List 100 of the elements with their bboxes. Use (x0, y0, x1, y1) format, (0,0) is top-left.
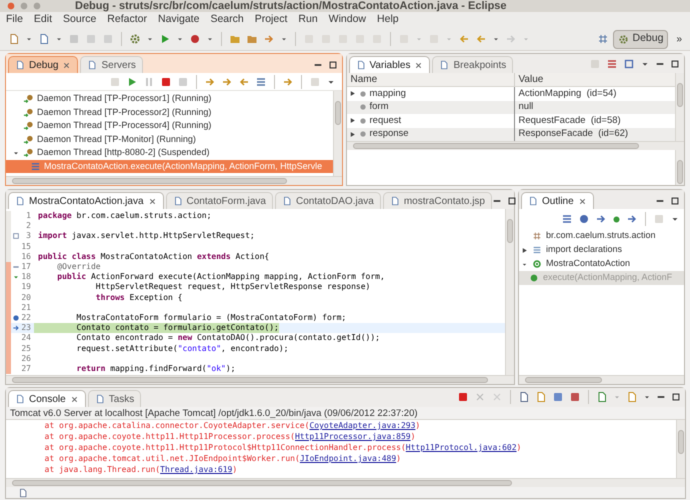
scrollbar[interactable] (675, 150, 684, 185)
folder-icon[interactable] (246, 33, 258, 45)
menu-item[interactable]: Search (210, 12, 244, 28)
tree-item[interactable]: Daemon Thread [TP-Processor4] (Running) (6, 119, 332, 132)
view-tab[interactable]: MostraContatoAction.java (8, 192, 164, 209)
maximize-icon[interactable] (506, 196, 517, 206)
terminate-icon[interactable] (457, 391, 469, 403)
expand-arrow-icon[interactable] (348, 130, 356, 138)
column-header[interactable]: Value (514, 73, 675, 86)
expand-arrow-icon[interactable] (348, 90, 356, 98)
run-icon[interactable] (159, 33, 171, 45)
back-arrow-icon[interactable] (458, 33, 470, 45)
drop-to-frame-icon[interactable] (254, 76, 266, 88)
new-icon[interactable] (8, 33, 20, 45)
scrollbar[interactable] (675, 73, 684, 141)
step-return-icon[interactable] (238, 76, 250, 88)
console-line: at org.apache.tomcat.util.net.JIoEndpoint$Worker.run(JIoEndpoint.java:489) (44, 453, 402, 464)
perspective-button[interactable]: Debug (613, 30, 668, 48)
column-header[interactable]: Name (346, 73, 514, 86)
overflow-chevron[interactable]: » (676, 32, 682, 46)
scrollbar[interactable] (505, 209, 514, 375)
tab-icon (15, 60, 25, 70)
tree-item[interactable]: Daemon Thread [TP-Monitor] (Running) (6, 132, 332, 146)
menu-item[interactable]: Refactor (107, 12, 147, 28)
close-icon[interactable] (578, 196, 587, 206)
gear-icon[interactable] (129, 33, 141, 45)
step-into-icon[interactable] (204, 76, 216, 88)
code-line: request.setAttribute("contato", encontrado); (76, 344, 288, 354)
tree-item[interactable]: import declarations (519, 243, 684, 257)
code-line: throws Exception { (94, 292, 182, 303)
view-tab[interactable]: mostraContato.jsp (382, 192, 492, 209)
menu-item[interactable]: Source (63, 12, 96, 28)
view-tab[interactable]: Variables (348, 56, 430, 73)
maximize-icon[interactable] (671, 392, 681, 402)
tab-icon (528, 196, 538, 206)
scrollbar[interactable] (6, 375, 514, 384)
new-icon[interactable] (38, 33, 50, 45)
scrollbar[interactable] (6, 478, 685, 487)
public-icon[interactable] (612, 214, 621, 224)
view-tab[interactable]: ContatoDAO.java (275, 192, 381, 209)
tab-icon (356, 60, 366, 70)
line-number: 16 (20, 252, 32, 262)
terminate-icon[interactable] (160, 76, 172, 88)
tree-item[interactable]: br.com.caelum.struts.action (519, 229, 684, 243)
folder-icon[interactable] (229, 33, 241, 45)
menu-item[interactable]: Window (328, 12, 366, 28)
view-tab[interactable]: Breakpoints (432, 56, 514, 73)
console-line: at org.apache.coyote.http11.Http11Protocol$Http11ConnectionHandler.process(Http11Protocol.java:602) (44, 442, 522, 453)
back-arrow-icon[interactable] (475, 33, 487, 45)
view-tab[interactable]: Outline (521, 192, 594, 209)
thread-icon (23, 134, 34, 145)
step-over-icon[interactable] (220, 76, 232, 88)
source-link[interactable]: CoyoteAdapter.java:293 (309, 421, 416, 430)
source-link[interactable]: JIoEndpoint.java:489 (300, 454, 396, 463)
source-link[interactable]: Http11Protocol.java:602 (406, 443, 517, 452)
view-tab[interactable]: Servers (80, 56, 143, 73)
line-number: 24 (20, 333, 32, 344)
view-tab[interactable]: Debug (8, 56, 78, 73)
menu-item[interactable]: Help (377, 12, 399, 28)
tree-item[interactable]: MostraContatoAction (519, 257, 684, 271)
thread-icon (23, 93, 34, 104)
maximize-icon[interactable] (328, 60, 338, 70)
maximize-icon[interactable] (670, 196, 680, 206)
maximize-icon[interactable] (670, 59, 680, 69)
menu-item[interactable]: Navigate (158, 12, 200, 28)
line-number: 3 (25, 231, 32, 242)
expand-arrow-icon[interactable] (348, 117, 356, 124)
console-line: at org.apache.catalina.connector.CoyoteAdapter.service(CoyoteAdapter.java:293) (44, 420, 422, 431)
scrollbar[interactable] (332, 91, 342, 176)
expand-arrow-icon[interactable] (521, 246, 528, 254)
open-perspective-icon[interactable] (597, 33, 610, 45)
close-icon[interactable] (148, 196, 157, 206)
tree-item[interactable]: Daemon Thread [TP-Processor2] (Running) (6, 106, 332, 119)
menu-item[interactable]: Project (254, 12, 288, 28)
scrollbar[interactable] (676, 420, 685, 478)
line-number: 25 (20, 344, 32, 354)
menu-item[interactable]: Run (298, 12, 318, 28)
menu-item[interactable]: Edit (34, 12, 52, 28)
tree-item[interactable]: Daemon Thread [http-8080-2] (Suspended) (6, 146, 332, 160)
close-icon[interactable] (6, 1, 16, 11)
source-link[interactable]: Thread.java:619 (160, 465, 232, 474)
scrollbar[interactable] (6, 176, 342, 185)
code-line: package br.com.caelum.struts.action; (37, 211, 212, 222)
line-number: 15 (20, 242, 32, 252)
tree-item[interactable]: Daemon Thread [TP-Processor1] (Running) (6, 92, 332, 106)
step-filters-icon[interactable] (282, 76, 294, 88)
view-tab[interactable]: Tasks (88, 390, 142, 407)
scrollbar[interactable] (519, 375, 684, 384)
view-tab[interactable]: Console (8, 390, 86, 407)
import-icon (532, 245, 542, 255)
variable-value: null (518, 100, 534, 114)
view-tab[interactable]: ContatoForm.java (166, 192, 273, 209)
scrollbar[interactable] (346, 141, 684, 150)
menu-item[interactable]: File (6, 12, 23, 28)
close-icon[interactable] (70, 394, 79, 404)
source-link[interactable]: Http11Processor.java:859 (294, 432, 411, 441)
line-number: 21 (20, 302, 32, 313)
close-icon[interactable] (62, 60, 72, 70)
line-number: 23 (20, 323, 32, 334)
close-icon[interactable] (414, 60, 424, 70)
